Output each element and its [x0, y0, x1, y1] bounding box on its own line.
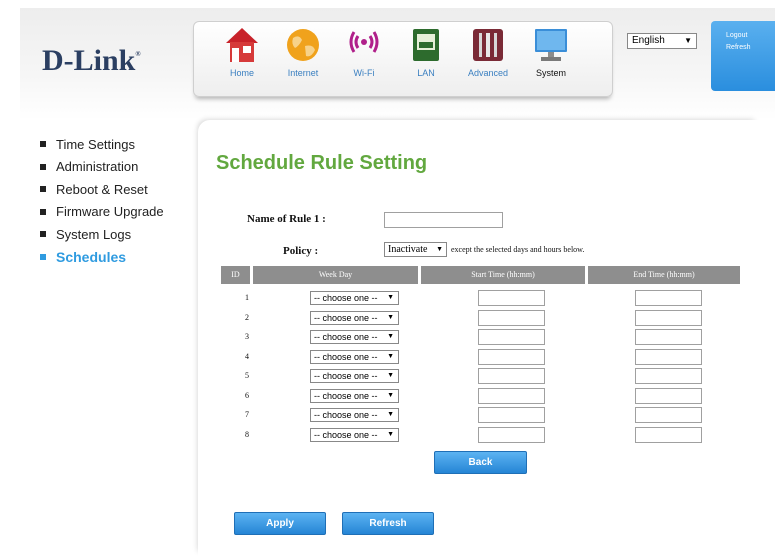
home-icon: [226, 28, 258, 62]
chevron-down-icon: ▼: [387, 294, 394, 301]
sidebar-item-firmware-upgrade[interactable]: Firmware Upgrade: [40, 201, 164, 224]
weekday-select[interactable]: -- choose one -- ▼: [310, 291, 399, 305]
start-time-input[interactable]: [478, 348, 545, 365]
tools-icon: [473, 29, 503, 61]
page-title: Schedule Rule Setting: [216, 152, 428, 174]
nav-wifi[interactable]: Wi-Fi: [336, 26, 392, 92]
row-id: 3: [245, 332, 249, 341]
refresh-button[interactable]: Refresh: [342, 512, 434, 535]
start-time-input[interactable]: [478, 407, 545, 423]
rule-name-input[interactable]: [384, 212, 503, 228]
sidebar-item-schedules[interactable]: Schedules: [40, 246, 164, 269]
table-header-start-time: Start Time (hh:mm): [421, 266, 585, 284]
sidebar-item-administration[interactable]: Administration: [40, 156, 164, 179]
start-time-input[interactable]: [478, 387, 545, 404]
policy-note: except the selected days and hours below…: [451, 245, 585, 254]
chevron-down-icon: ▼: [436, 245, 443, 253]
start-time-input[interactable]: [478, 368, 545, 384]
chevron-down-icon: ▼: [387, 411, 394, 418]
dlink-logo: D-Link®: [42, 44, 141, 77]
start-time-input[interactable]: [478, 426, 545, 443]
back-button[interactable]: Back: [434, 451, 527, 474]
globe-icon: [287, 29, 319, 61]
end-time-input[interactable]: [635, 426, 702, 443]
row-id: 8: [245, 429, 249, 439]
table-header-end-time: End Time (hh:mm): [588, 266, 740, 284]
end-time-input[interactable]: [635, 290, 702, 306]
bullet-icon: [40, 141, 46, 148]
start-time-input[interactable]: [478, 329, 545, 345]
bullet-icon: [40, 186, 46, 193]
row-id: 5: [245, 371, 249, 380]
weekday-select[interactable]: -- choose one -- ▼: [310, 388, 399, 403]
bullet-icon: [40, 253, 46, 260]
refresh-link[interactable]: Refresh: [726, 44, 775, 51]
table-header-id: ID: [221, 266, 250, 284]
end-time-input[interactable]: [635, 329, 702, 345]
table-header-weekday: Week Day: [253, 266, 418, 284]
end-time-input[interactable]: [635, 387, 702, 404]
end-time-input[interactable]: [635, 368, 702, 384]
wifi-icon: [349, 31, 379, 53]
nav-lan[interactable]: LAN: [398, 26, 454, 92]
sidebar-menu: Time Settings Administration Reboot & Re…: [40, 133, 164, 268]
bullet-icon: [40, 208, 46, 215]
row-id: 2: [245, 312, 249, 322]
lan-icon: [413, 29, 439, 61]
apply-button[interactable]: Apply: [234, 512, 326, 535]
rule-name-label: Name of Rule 1 :: [247, 213, 326, 225]
chevron-down-icon: ▼: [387, 391, 394, 399]
row-id: 4: [245, 351, 249, 361]
weekday-select[interactable]: -- choose one -- ▼: [310, 369, 399, 383]
end-time-input[interactable]: [635, 309, 702, 326]
end-time-input[interactable]: [635, 348, 702, 365]
chevron-down-icon: ▼: [684, 36, 692, 45]
weekday-select[interactable]: -- choose one -- ▼: [310, 349, 399, 364]
chevron-down-icon: ▼: [387, 333, 394, 340]
nav-home[interactable]: Home: [214, 26, 270, 92]
policy-label: Policy :: [283, 245, 319, 257]
chevron-down-icon: ▼: [387, 352, 394, 360]
computer-icon: [535, 29, 567, 61]
row-id: 1: [245, 293, 249, 302]
weekday-select[interactable]: -- choose one -- ▼: [310, 310, 399, 325]
sidebar-item-reboot-reset[interactable]: Reboot & Reset: [40, 178, 164, 201]
bullet-icon: [40, 163, 46, 170]
policy-select[interactable]: Inactivate ▼: [384, 242, 447, 257]
nav-advanced[interactable]: Advanced: [460, 26, 516, 92]
sidebar-item-time-settings[interactable]: Time Settings: [40, 133, 164, 156]
logout-link[interactable]: Logout: [726, 32, 775, 39]
chevron-down-icon: ▼: [387, 372, 394, 379]
main-nav-bar: Home Internet Wi-Fi LAN Advanced System: [193, 21, 613, 97]
end-time-input[interactable]: [635, 407, 702, 423]
weekday-select[interactable]: -- choose one -- ▼: [310, 427, 399, 442]
chevron-down-icon: ▼: [387, 313, 394, 321]
start-time-input[interactable]: [478, 290, 545, 306]
chevron-down-icon: ▼: [387, 430, 394, 438]
language-select[interactable]: English ▼: [627, 33, 697, 49]
account-panel: Logout Refresh: [711, 21, 775, 91]
weekday-select[interactable]: -- choose one -- ▼: [310, 408, 399, 422]
row-id: 7: [245, 410, 249, 419]
sidebar-item-system-logs[interactable]: System Logs: [40, 223, 164, 246]
row-id: 6: [245, 390, 249, 400]
weekday-select[interactable]: -- choose one -- ▼: [310, 330, 399, 344]
bullet-icon: [40, 231, 46, 238]
nav-system[interactable]: System: [523, 26, 579, 92]
start-time-input[interactable]: [478, 309, 545, 326]
nav-internet[interactable]: Internet: [275, 26, 331, 92]
